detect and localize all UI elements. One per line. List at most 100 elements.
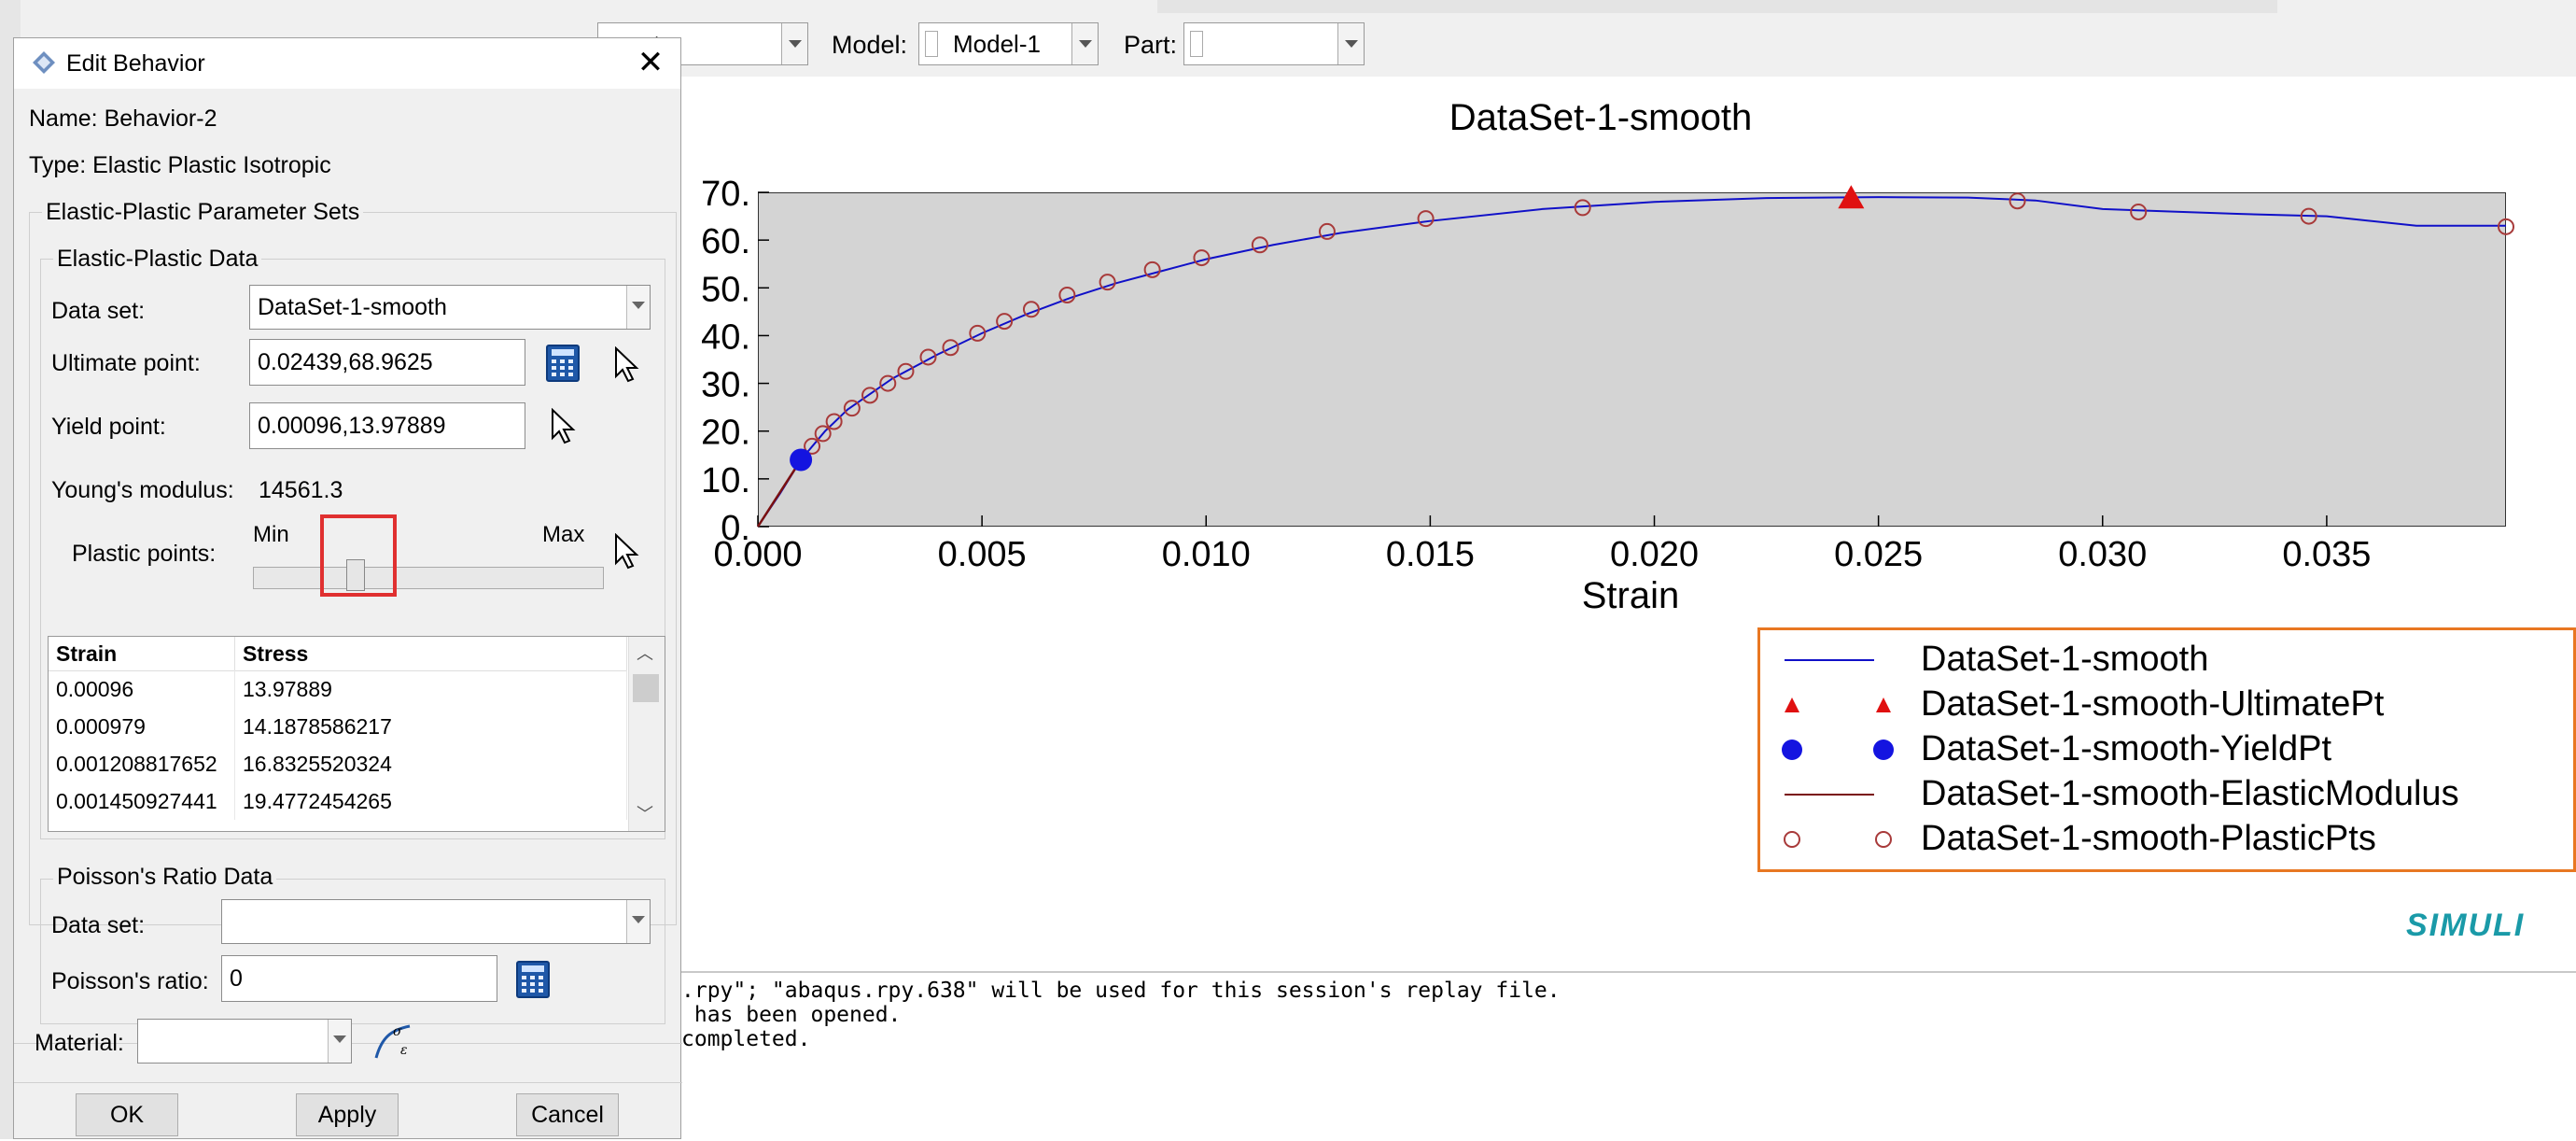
pick-pointer-icon[interactable] [550, 408, 578, 445]
legend-item-plastic: DataSet-1-smooth-PlasticPts [1760, 817, 2573, 862]
table-row[interactable]: 0.001450927441 19.4772454265 [49, 782, 627, 820]
message-line: completed. [681, 1027, 811, 1051]
plastic-points-slider[interactable] [253, 567, 604, 589]
ep-data-title: Elastic-Plastic Data [53, 246, 262, 273]
poisson-ratio-label: Poisson's ratio: [51, 968, 209, 994]
svg-text:σ: σ [393, 1024, 402, 1039]
legend-item-ultimate: DataSet-1-smooth-UltimatePt [1760, 683, 2573, 727]
plastic-point [843, 400, 861, 417]
message-line: has been opened. [681, 1003, 902, 1027]
table-row[interactable]: 0.000979 14.1878586217 [49, 708, 627, 745]
dataset-select-value: DataSet-1-smooth [258, 294, 447, 320]
table-row[interactable]: 0.00096 13.97889 [49, 670, 627, 708]
table-cell[interactable]: 0.001208817652 [49, 745, 235, 782]
pick-pointer-icon[interactable] [613, 346, 641, 384]
yield-point-field[interactable]: 0.00096,13.97889 [249, 402, 525, 449]
message-line: .rpy"; "abaqus.rpy.638" will be used for… [681, 979, 1561, 1003]
table-cell[interactable]: 0.000979 [49, 708, 235, 745]
plastic-point [861, 387, 879, 404]
plastic-point [1251, 236, 1268, 254]
message-area: .rpy"; "abaqus.rpy.638" will be used for… [681, 971, 2576, 1141]
table-cell[interactable]: 13.97889 [235, 670, 627, 708]
annotation-highlight-box [320, 514, 397, 597]
scroll-down-icon[interactable]: ﹀ [637, 801, 653, 825]
youngs-modulus-value: 14561.3 [259, 477, 343, 503]
x-tick-label: 0.020 [1610, 535, 1699, 574]
table-scrollbar[interactable]: ︿ ﹀ [628, 637, 665, 831]
material-select[interactable] [137, 1019, 352, 1064]
table-cell[interactable]: 0.00096 [49, 670, 235, 708]
table-cell[interactable]: 16.8325520324 [235, 745, 627, 782]
ok-button[interactable]: OK [76, 1093, 178, 1136]
legend-item-curve: DataSet-1-smooth [1760, 638, 2573, 683]
svg-text:ε: ε [400, 1043, 408, 1058]
pick-pointer-icon[interactable] [613, 533, 641, 570]
table-cell[interactable]: 19.4772454265 [235, 782, 627, 820]
stress-strain-curve-icon[interactable]: σ ε [372, 1019, 415, 1062]
plastic-point [2498, 218, 2514, 235]
close-icon[interactable]: ✕ [634, 44, 667, 81]
table-row[interactable]: 0.001208817652 16.8325520324 [49, 745, 627, 782]
column-header-strain[interactable]: Strain [49, 637, 235, 670]
y-tick-label: 70. [701, 175, 750, 214]
chevron-down-icon [626, 286, 650, 329]
x-tick-label: 0.030 [2058, 535, 2147, 574]
x-tick-label: 0.010 [1162, 535, 1251, 574]
column-header-stress[interactable]: Stress [235, 637, 627, 670]
y-tick-label: 10. [701, 461, 750, 500]
poisson-ratio-field[interactable]: 0 [221, 955, 497, 1002]
plastic-point [1022, 301, 1040, 318]
chart-legend: DataSet-1-smooth DataSet-1-smooth-Ultima… [1757, 627, 2576, 872]
behavior-name: Name: Behavior-2 [29, 106, 217, 132]
plastic-point [1099, 274, 1116, 291]
brand-text: SIMULI [2406, 908, 2526, 943]
dialog-title: Edit Behavior [66, 50, 205, 77]
calculator-icon[interactable] [516, 961, 550, 998]
material-label: Material: [35, 1030, 124, 1056]
behavior-type: Type: Elastic Plastic Isotropic [29, 152, 331, 178]
legend-label: DataSet-1-smooth [1921, 640, 2209, 679]
param-sets-title: Elastic-Plastic Parameter Sets [42, 199, 364, 226]
yield-point-marker [790, 448, 813, 472]
plastic-points-table[interactable]: Strain Stress 0.00096 13.97889 0.000979 … [48, 636, 665, 832]
legend-line-icon [1785, 659, 1874, 661]
plastic-point [879, 374, 897, 392]
legend-item-yield: DataSet-1-smooth-YieldPt [1760, 727, 2573, 772]
simulia-logo: SIMULI [2406, 908, 2525, 944]
yield-point-label: Yield point: [51, 414, 166, 440]
table-header: Strain Stress [49, 637, 627, 671]
plastic-point [1318, 222, 1336, 240]
ultimate-point-field[interactable]: 0.02439,68.9625 [249, 339, 525, 386]
legend-label: DataSet-1-smooth-UltimatePt [1921, 684, 2385, 724]
legend-triangle-icon [1785, 697, 1891, 712]
poisson-dataset-select[interactable] [221, 899, 651, 944]
scroll-up-icon[interactable]: ︿ [637, 641, 653, 665]
y-tick-label: 0. [721, 509, 750, 548]
apply-button[interactable]: Apply [296, 1093, 399, 1136]
divider [14, 1082, 682, 1083]
chevron-down-icon [626, 900, 650, 943]
dataset-select[interactable]: DataSet-1-smooth [249, 285, 651, 330]
table-cell[interactable]: 0.001450927441 [49, 782, 235, 820]
plastic-point [2009, 192, 2026, 210]
calculator-icon[interactable] [546, 345, 580, 382]
x-axis-label: Strain [1581, 575, 1680, 616]
legend-label: DataSet-1-smooth-YieldPt [1921, 729, 2332, 768]
table-cell[interactable]: 14.1878586217 [235, 708, 627, 745]
plastic-point [1058, 286, 1076, 303]
slider-max-label: Max [542, 522, 585, 547]
y-tick-label: 20. [701, 414, 750, 453]
legend-label: DataSet-1-smooth-PlasticPts [1921, 819, 2376, 858]
ultimate-point-value: 0.02439,68.9625 [258, 349, 433, 375]
x-tick-label: 0.035 [2282, 535, 2371, 574]
dialog-titlebar[interactable]: Edit Behavior ✕ [14, 38, 680, 89]
cancel-button[interactable]: Cancel [516, 1093, 619, 1136]
edit-behavior-dialog: Edit Behavior ✕ Name: Behavior-2 Type: E… [13, 37, 682, 1139]
yield-point-value: 0.00096,13.97889 [258, 413, 446, 439]
plastic-point [1143, 261, 1161, 278]
legend-circle-icon [1784, 831, 1892, 848]
y-tick-label: 50. [701, 270, 750, 309]
scrollbar-thumb[interactable] [633, 674, 659, 702]
poisson-title: Poisson's Ratio Data [53, 864, 277, 891]
slider-min-label: Min [253, 522, 289, 547]
